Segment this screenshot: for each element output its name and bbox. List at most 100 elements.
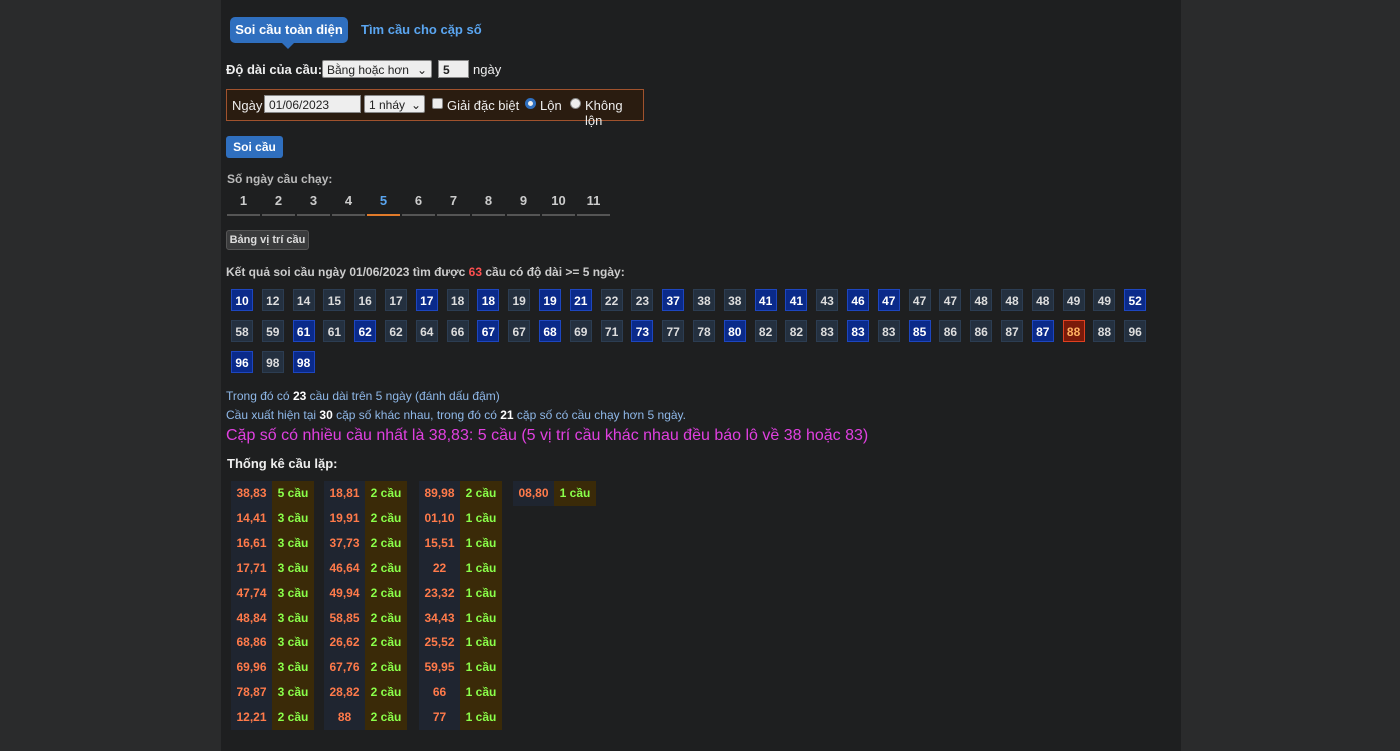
number-cell[interactable]: 49 [1093, 289, 1116, 311]
number-cell[interactable]: 62 [385, 320, 407, 342]
stats-pair[interactable]: 48,84 [231, 605, 272, 631]
stats-pair[interactable]: 28,82 [324, 680, 365, 706]
number-cell[interactable]: 66 [446, 320, 469, 342]
number-cell[interactable]: 17 [385, 289, 407, 311]
stats-pair[interactable]: 58,85 [324, 605, 365, 631]
number-cell[interactable]: 67 [508, 320, 531, 342]
number-cell[interactable]: 47 [939, 289, 962, 311]
number-cell[interactable]: 87 [1031, 320, 1054, 342]
number-cell[interactable]: 85 [908, 320, 931, 342]
stats-pair[interactable]: 38,83 [231, 481, 272, 506]
day-tab-3[interactable]: 3 [297, 190, 330, 216]
stats-pair[interactable]: 47,74 [231, 580, 272, 606]
number-cell[interactable]: 88 [1093, 320, 1116, 342]
number-cell[interactable]: 83 [877, 320, 900, 342]
radio-khong-lon[interactable] [570, 98, 581, 109]
stats-pair[interactable]: 89,98 [419, 481, 460, 506]
number-cell[interactable]: 21 [569, 289, 592, 311]
number-cell[interactable]: 41 [785, 289, 808, 311]
number-cell[interactable]: 23 [631, 289, 654, 311]
number-cell[interactable]: 19 [508, 289, 531, 311]
stats-pair[interactable]: 17,71 [231, 555, 272, 581]
special-checkbox[interactable] [432, 98, 443, 109]
stats-pair[interactable]: 77 [419, 705, 460, 731]
stats-pair[interactable]: 69,96 [231, 655, 272, 681]
number-cell[interactable]: 82 [785, 320, 808, 342]
number-cell[interactable]: 61 [292, 320, 315, 342]
jump-select[interactable]: 1 nháy ⌄ [364, 95, 425, 113]
stats-pair[interactable]: 14,41 [231, 505, 272, 531]
number-cell[interactable]: 80 [723, 320, 746, 342]
stats-pair[interactable]: 59,95 [419, 655, 460, 681]
number-cell[interactable]: 48 [1031, 289, 1054, 311]
number-cell[interactable]: 43 [816, 289, 839, 311]
number-cell[interactable]: 71 [600, 320, 623, 342]
number-cell[interactable]: 83 [847, 320, 869, 342]
number-cell[interactable]: 68 [539, 320, 561, 342]
day-tab-1[interactable]: 1 [227, 190, 260, 216]
day-tab-5[interactable]: 5 [367, 190, 400, 216]
number-cell[interactable]: 83 [816, 320, 839, 342]
radio-lon[interactable] [525, 98, 536, 109]
number-cell[interactable]: 18 [446, 289, 469, 311]
date-input[interactable]: 01/06/2023 [264, 95, 361, 113]
stats-pair[interactable]: 18,81 [324, 481, 365, 506]
number-cell[interactable]: 67 [477, 320, 500, 342]
number-cell[interactable]: 96 [1124, 320, 1147, 342]
number-cell[interactable]: 16 [354, 289, 377, 311]
length-select[interactable]: Bằng hoặc hơn ⌄ [322, 60, 432, 78]
number-cell[interactable]: 59 [261, 320, 284, 342]
number-cell[interactable]: 10 [231, 289, 253, 311]
length-input[interactable]: 5 [438, 60, 469, 78]
stats-pair[interactable]: 68,86 [231, 630, 272, 656]
day-tab-11[interactable]: 11 [577, 190, 610, 216]
number-cell[interactable]: 86 [939, 320, 962, 342]
number-cell[interactable]: 78 [693, 320, 715, 342]
number-cell[interactable]: 22 [600, 289, 623, 311]
stats-pair[interactable]: 16,61 [231, 530, 272, 556]
number-cell[interactable]: 48 [970, 289, 993, 311]
day-tab-2[interactable]: 2 [262, 190, 295, 216]
number-cell[interactable]: 98 [261, 351, 284, 373]
day-tab-4[interactable]: 4 [332, 190, 365, 216]
stats-pair[interactable]: 67,76 [324, 655, 365, 681]
number-cell[interactable]: 73 [631, 320, 654, 342]
number-cell[interactable]: 47 [908, 289, 931, 311]
number-cell[interactable]: 41 [754, 289, 777, 311]
stats-pair[interactable]: 22 [419, 555, 460, 581]
stats-pair[interactable]: 46,64 [324, 555, 365, 581]
number-cell[interactable]: 69 [569, 320, 592, 342]
day-tab-9[interactable]: 9 [507, 190, 540, 216]
number-cell[interactable]: 37 [662, 289, 685, 311]
tab-find-pair[interactable]: Tìm cầu cho cặp số [361, 17, 482, 43]
number-cell[interactable]: 46 [847, 289, 869, 311]
number-cell[interactable]: 14 [292, 289, 315, 311]
number-cell[interactable]: 98 [292, 351, 315, 373]
day-tab-10[interactable]: 10 [542, 190, 575, 216]
number-cell[interactable]: 88 [1062, 320, 1085, 342]
day-tab-6[interactable]: 6 [402, 190, 435, 216]
number-cell[interactable]: 12 [261, 289, 284, 311]
number-cell[interactable]: 82 [754, 320, 777, 342]
day-tab-7[interactable]: 7 [437, 190, 470, 216]
number-cell[interactable]: 15 [323, 289, 346, 311]
number-cell[interactable]: 96 [231, 351, 253, 373]
stats-pair[interactable]: 08,80 [513, 481, 554, 506]
stats-pair[interactable]: 88 [324, 705, 365, 731]
day-tab-8[interactable]: 8 [472, 190, 505, 216]
stats-pair[interactable]: 23,32 [419, 580, 460, 606]
stats-pair[interactable]: 37,73 [324, 530, 365, 556]
number-cell[interactable]: 38 [723, 289, 746, 311]
stats-pair[interactable]: 12,21 [231, 705, 272, 731]
stats-pair[interactable]: 15,51 [419, 530, 460, 556]
stats-pair[interactable]: 01,10 [419, 505, 460, 531]
stats-pair[interactable]: 34,43 [419, 605, 460, 631]
stats-pair[interactable]: 49,94 [324, 580, 365, 606]
stats-pair[interactable]: 78,87 [231, 680, 272, 706]
number-cell[interactable]: 47 [877, 289, 900, 311]
number-cell[interactable]: 52 [1124, 289, 1147, 311]
number-cell[interactable]: 77 [662, 320, 685, 342]
number-cell[interactable]: 64 [415, 320, 438, 342]
number-cell[interactable]: 86 [970, 320, 993, 342]
position-table-button[interactable]: Bảng vị trí cầu [226, 230, 309, 250]
